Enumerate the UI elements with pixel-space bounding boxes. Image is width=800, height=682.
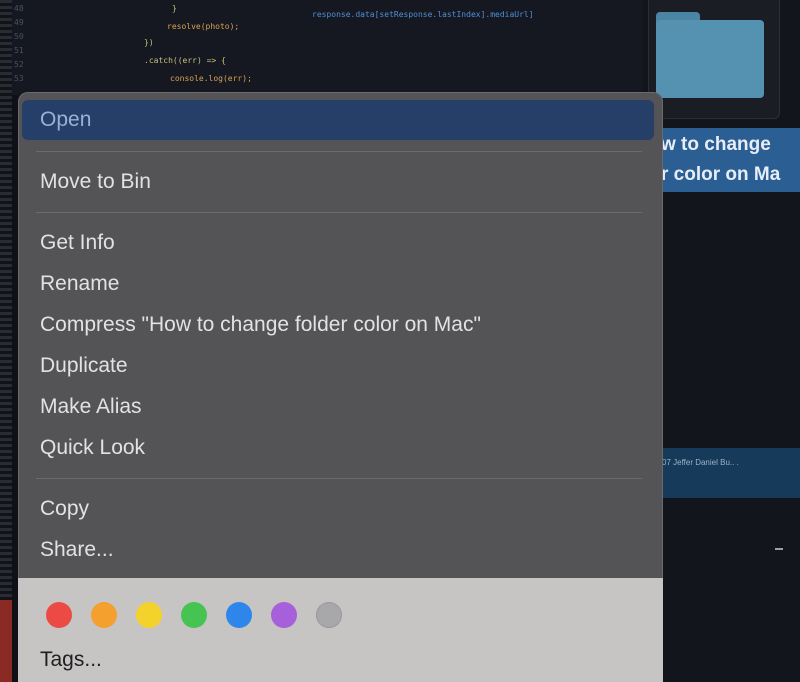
folder-icon[interactable] — [656, 20, 764, 98]
code-line: .catch((err) => { — [144, 56, 226, 65]
menu-separator — [36, 212, 642, 213]
code-line: }) — [144, 38, 154, 47]
finder-status-bar — [642, 448, 800, 498]
menu-separator — [36, 478, 642, 479]
line-number: 53 — [14, 74, 24, 83]
menu-item-quick-look[interactable]: Quick Look — [40, 428, 145, 468]
menu-separator — [36, 151, 642, 152]
yellow-tag-dot[interactable] — [136, 602, 162, 628]
red-tag-dot[interactable] — [46, 602, 72, 628]
menu-item-copy[interactable]: Copy — [40, 489, 89, 529]
gray-tag-dot[interactable] — [316, 602, 342, 628]
context-menu: Open Move to Bin Get Info Rename Compres… — [18, 92, 663, 682]
folder-name-line: w to change — [661, 134, 771, 155]
finder-status-text: 07 Jeffer Daniel Bu.. . — [662, 458, 739, 467]
menu-item-tags[interactable]: Tags... — [40, 642, 102, 678]
menu-item-open[interactable]: Open — [22, 100, 654, 140]
menu-item-duplicate[interactable]: Duplicate — [40, 346, 128, 386]
orange-tag-dot[interactable] — [91, 602, 117, 628]
code-line: } — [172, 4, 177, 13]
line-number: 52 — [14, 60, 24, 69]
minus-icon[interactable] — [775, 548, 783, 550]
blue-tag-dot[interactable] — [226, 602, 252, 628]
folder-name-label[interactable]: w to change r color on Ma — [655, 128, 800, 192]
menu-item-compress[interactable]: Compress "How to change folder color on … — [40, 305, 481, 345]
menu-item-get-info[interactable]: Get Info — [40, 223, 115, 263]
tags-panel — [18, 578, 663, 682]
code-line: resolve(photo); — [167, 22, 240, 31]
line-number: 51 — [14, 46, 24, 55]
code-editor: 48 49 50 51 52 53 } response.data[setRes… — [12, 0, 642, 95]
menu-item-share[interactable]: Share... — [40, 530, 114, 570]
menu-item-move-to-bin[interactable]: Move to Bin — [40, 162, 151, 202]
window-edge — [0, 0, 12, 682]
code-line: response.data[setResponse.lastIndex].med… — [312, 10, 534, 19]
line-number: 48 — [14, 4, 24, 13]
line-number: 49 — [14, 18, 24, 27]
purple-tag-dot[interactable] — [271, 602, 297, 628]
menu-item-rename[interactable]: Rename — [40, 264, 119, 304]
line-number: 50 — [14, 32, 24, 41]
screen: 48 49 50 51 52 53 } response.data[setRes… — [0, 0, 800, 682]
folder-name-line: r color on Ma — [661, 164, 781, 185]
code-line: console.log(err); — [170, 74, 252, 83]
green-tag-dot[interactable] — [181, 602, 207, 628]
window-edge-accent — [0, 600, 12, 682]
menu-item-make-alias[interactable]: Make Alias — [40, 387, 142, 427]
